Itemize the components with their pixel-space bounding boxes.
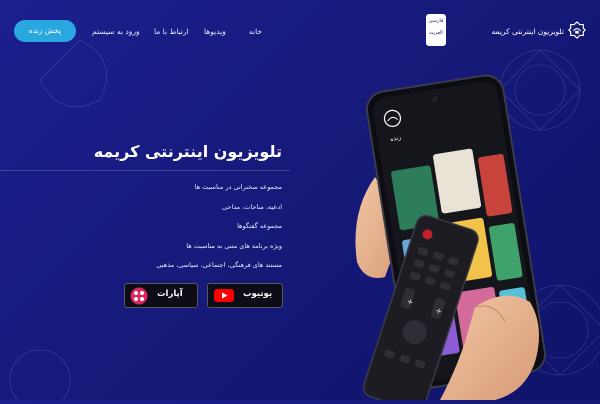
nav-login[interactable]: ورود به سیستم	[92, 27, 140, 36]
feature-item: ادعیه، مناجات، مداحی	[221, 202, 282, 211]
top-navigation: پخش زنده ورود به سیستم ارتباط با ما ویدی…	[0, 0, 600, 60]
feature-list: مجموعه سخنرانی در مناسبت ها ادعیه، مناجا…	[156, 182, 282, 280]
hero-divider	[0, 170, 290, 171]
feature-item: مجموعه سخنرانی در مناسبت ها	[194, 183, 282, 191]
feature-item: مجموعه گفتگوها	[237, 222, 282, 230]
hero-title: تلویزیون اینترنتی کریمه	[93, 142, 282, 161]
nav-home[interactable]: خانه	[249, 27, 262, 36]
live-stream-button[interactable]: پخش زنده	[14, 20, 76, 42]
nav-videos[interactable]: ویدیوها	[204, 27, 226, 36]
youtube-label: یوتیوب	[243, 289, 273, 299]
nav-contact[interactable]: ارتباط با ما	[154, 27, 189, 36]
brand-name: تلویزیون اینترنتی کریمه	[491, 27, 565, 36]
feature-item: ویژه برنامه های متنی به مناسبت ها	[186, 241, 282, 250]
phone-remote-illustration: زنده + +	[355, 74, 547, 404]
youtube-button[interactable]: یوتیوب	[207, 283, 283, 308]
aparat-button[interactable]: آپارات	[124, 283, 198, 308]
lang-arabic[interactable]: العربیة	[426, 26, 446, 38]
brand[interactable]: تلویزیون اینترنتی کریمه	[476, 18, 586, 44]
youtube-play-icon	[214, 289, 234, 302]
aparat-icon	[130, 287, 148, 305]
phone-illustration: زنده + +	[345, 72, 565, 404]
brand-logo-icon	[568, 21, 586, 39]
feature-item: مستند های فرهنگی، اجتماعی، سیاسی، مذهبی	[156, 261, 282, 269]
aparat-label: آپارات	[157, 289, 183, 299]
lang-farsi[interactable]: فارسی	[426, 14, 446, 26]
language-switcher[interactable]: فارسی العربیة	[426, 14, 446, 46]
